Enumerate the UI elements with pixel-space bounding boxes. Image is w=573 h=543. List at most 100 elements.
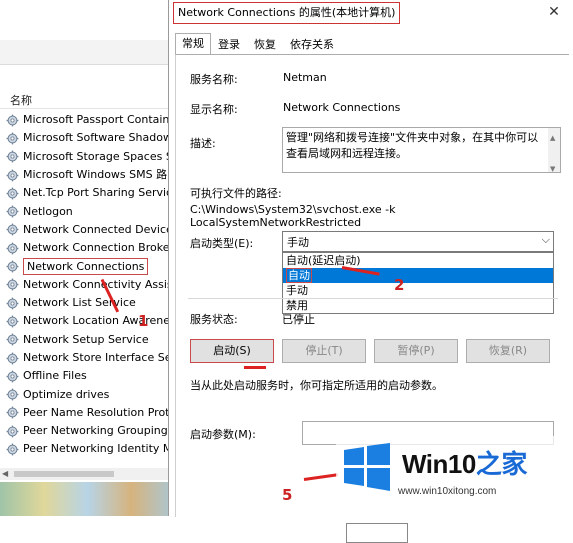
tab-strip — [0, 40, 175, 65]
stop-button[interactable]: 停止(T) — [282, 339, 366, 363]
description-label: 描述: — [190, 137, 216, 150]
startup-type-dropdown: 自动(延迟启动) 自动 手动 禁用 — [282, 252, 554, 314]
service-name: Peer Name Resolution Proto — [23, 405, 177, 419]
resume-button[interactable]: 恢复(R) — [466, 339, 550, 363]
column-header-name[interactable]: 名称 — [10, 92, 32, 108]
service-status-value: 已停止 — [282, 313, 315, 326]
close-button[interactable]: ✕ — [542, 2, 566, 22]
gear-icon — [6, 406, 19, 419]
service-row[interactable]: Network Connectivity Assista — [6, 276, 184, 294]
tab-general[interactable]: 常规 — [175, 33, 211, 55]
service-name-label: 服务名称: — [190, 73, 238, 86]
scroll-up-icon[interactable]: ▲ — [550, 130, 555, 146]
services-panel: 名称 Microsoft Passport Containe Microsoft … — [0, 0, 184, 516]
gear-icon — [6, 242, 19, 255]
close-icon: ✕ — [548, 4, 560, 20]
gear-icon — [6, 132, 19, 145]
gear-icon — [6, 370, 19, 383]
gear-icon — [6, 443, 19, 456]
option-auto[interactable]: 自动 — [283, 268, 553, 283]
service-row[interactable]: Peer Networking Identity Ma — [6, 440, 184, 458]
service-row[interactable]: Peer Networking Grouping — [6, 422, 184, 440]
option-disabled[interactable]: 禁用 — [283, 298, 553, 313]
scrollbar-thumb[interactable] — [14, 471, 114, 477]
gear-icon — [6, 223, 19, 236]
divider — [188, 298, 558, 299]
service-status-label: 服务状态: — [190, 313, 238, 326]
ok-button[interactable] — [346, 523, 408, 543]
service-row[interactable]: Offline Files — [6, 367, 184, 385]
service-row[interactable]: Net.Tcp Port Sharing Service — [6, 184, 184, 202]
option-auto-delayed[interactable]: 自动(延迟启动) — [283, 253, 553, 268]
start-button[interactable]: 启动(S) — [190, 339, 274, 363]
tab-dependencies[interactable]: 依存关系 — [283, 34, 341, 54]
service-name: Microsoft Passport Containe — [23, 113, 177, 127]
tab-logon[interactable]: 登录 — [211, 34, 247, 54]
service-row[interactable]: Microsoft Software Shadow — [6, 129, 184, 147]
service-name: Network Location Awarenes — [23, 314, 176, 328]
service-row[interactable]: Microsoft Storage Spaces SI — [6, 148, 184, 166]
gear-icon — [6, 187, 19, 200]
gear-icon — [6, 205, 19, 218]
description-textbox[interactable]: 管理"网络和拨号连接"文件夹中对象，在其中你可以查看局域网和远程连接。 ▲ ▼ — [282, 127, 561, 173]
service-row[interactable]: Microsoft Windows SMS 路由 — [6, 166, 184, 184]
tab-strip: 常规 登录 恢复 依存关系 — [175, 33, 341, 55]
service-row[interactable]: Netlogon — [6, 202, 184, 220]
service-name: Network Connections — [23, 258, 149, 276]
startup-type-select[interactable]: 手动 ⌵ — [282, 231, 554, 252]
toolbar-area — [0, 0, 175, 41]
service-row[interactable]: Network Store Interface Ser — [6, 349, 184, 367]
pause-button[interactable]: 暂停(P) — [374, 339, 458, 363]
gear-icon — [6, 315, 19, 328]
service-row[interactable]: Network Connected Devices — [6, 221, 184, 239]
gear-icon — [6, 425, 19, 438]
scroll-left-icon[interactable]: ◀ — [2, 469, 8, 478]
service-list: Microsoft Passport Containe Microsoft Sof… — [6, 111, 184, 459]
option-auto-label: 自动 — [286, 268, 312, 283]
service-name: Network Connected Devices — [23, 222, 179, 236]
exe-path-label: 可执行文件的路径: — [190, 187, 282, 200]
service-name: Net.Tcp Port Sharing Service — [23, 186, 179, 200]
service-row[interactable]: Optimize drives — [6, 385, 184, 403]
exe-path-value: C:\Windows\System32\svchost.exe -k Local… — [190, 203, 396, 229]
service-name-value: Netman — [283, 71, 327, 84]
service-row[interactable]: Peer Name Resolution Proto — [6, 404, 184, 422]
service-name: Microsoft Windows SMS 路由 — [23, 168, 179, 182]
display-name-value: Network Connections — [283, 101, 401, 114]
service-row[interactable]: Network Connections — [6, 257, 184, 276]
service-name: Network List Service — [23, 296, 136, 310]
service-name: Microsoft Storage Spaces SI — [23, 149, 177, 163]
annotation-step-2: 2 — [394, 276, 405, 294]
service-row[interactable]: Network List Service — [6, 294, 184, 312]
title-bar[interactable]: Network Connections 的属性(本地计算机) ✕ — [169, 0, 573, 26]
chevron-down-icon[interactable]: ⌵ — [542, 233, 550, 247]
service-name: Network Setup Service — [23, 332, 149, 346]
service-name: Network Connection Broker — [23, 241, 174, 255]
description-scrollbar[interactable]: ▲ ▼ — [548, 128, 560, 173]
service-name: Optimize drives — [23, 387, 110, 401]
option-manual[interactable]: 手动 — [283, 283, 553, 298]
annotation-step-5: 5 — [282, 486, 293, 504]
annotation-arrow-start — [244, 366, 266, 369]
tab-recovery[interactable]: 恢复 — [247, 34, 283, 54]
start-params-label: 启动参数(M): — [190, 428, 256, 441]
service-row[interactable]: Microsoft Passport Containe — [6, 111, 184, 129]
dialog-title: Network Connections 的属性(本地计算机) — [173, 2, 401, 24]
gear-icon — [6, 278, 19, 291]
horizontal-scrollbar[interactable]: ◀ — [0, 468, 175, 480]
startup-type-value: 手动 — [287, 236, 309, 249]
windows-logo-icon — [344, 443, 390, 491]
gear-icon — [6, 333, 19, 346]
watermark-url: www.win10xitong.com — [398, 486, 497, 497]
gear-icon — [6, 352, 19, 365]
gear-icon — [6, 114, 19, 127]
gear-icon — [6, 297, 19, 310]
watermark-title: Win10之家 — [402, 449, 527, 479]
gear-icon — [6, 150, 19, 163]
service-row[interactable]: Network Setup Service — [6, 331, 184, 349]
gear-icon — [6, 169, 19, 182]
scroll-down-icon[interactable]: ▼ — [550, 161, 555, 177]
gear-icon — [6, 388, 19, 401]
service-row[interactable]: Network Location Awarenes — [6, 312, 184, 330]
service-row[interactable]: Network Connection Broker — [6, 239, 184, 257]
